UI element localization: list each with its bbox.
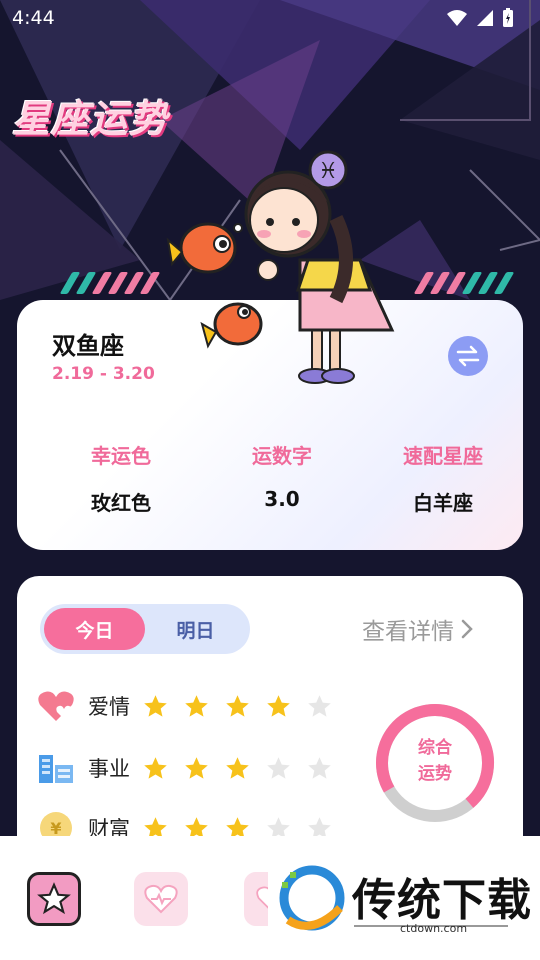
day-toggle: 今日 明日 — [40, 604, 250, 654]
attr-value: 白羊座 — [413, 491, 473, 515]
star-empty-icon — [267, 756, 290, 779]
matching-sign: 速配星座 白羊座 — [368, 440, 518, 516]
chevron-right-icon — [461, 619, 473, 639]
attr-value: 3.0 — [264, 487, 300, 511]
zodiac-name: 双鱼座 — [52, 332, 124, 360]
lucky-number: 运数字 3.0 — [207, 440, 357, 511]
view-details-link[interactable]: 查看详情 — [362, 612, 474, 646]
wifi-icon — [447, 10, 467, 26]
star-empty-icon — [308, 694, 331, 717]
heart-icon — [36, 686, 76, 726]
watermark-text: 传统下载 — [352, 875, 532, 926]
zodiac-dates: 2.19 - 3.20 — [52, 364, 155, 384]
tab-tomorrow[interactable]: 明日 — [145, 608, 246, 650]
fish-illustration-2 — [200, 302, 263, 349]
career-stars — [142, 755, 333, 782]
battery-icon — [503, 8, 513, 27]
career-row: 事业 — [36, 748, 333, 788]
view-details-label: 查看详情 — [362, 619, 454, 645]
love-stars — [142, 693, 333, 720]
card-stripes-right — [413, 272, 515, 296]
nav-zodiac-button[interactable] — [27, 872, 81, 926]
star-filled-icon — [267, 694, 290, 717]
signal-icon — [477, 10, 493, 26]
overall-fortune-label: 综合 运势 — [418, 738, 452, 784]
watermark-url: ctdown.com — [400, 922, 468, 935]
pisces-illustration: ♓ — [166, 150, 395, 384]
star-filled-icon — [185, 694, 208, 717]
row-label: 爱情 — [88, 695, 130, 719]
status-bar: 4:44 — [0, 0, 540, 36]
star-empty-icon — [308, 756, 331, 779]
love-row: 爱情 — [36, 686, 333, 726]
swap-arrows-icon — [456, 345, 480, 367]
card-stripes-left — [59, 272, 161, 296]
nav-love-button[interactable] — [134, 872, 188, 926]
lucky-color: 幸运色 玫红色 — [46, 440, 196, 516]
girl-illustration: ♓ — [244, 150, 395, 384]
switch-zodiac-button[interactable] — [448, 336, 488, 376]
star-filled-icon — [226, 756, 249, 779]
attr-label: 速配星座 — [403, 444, 483, 468]
building-icon — [36, 748, 76, 788]
attr-value: 玫红色 — [91, 491, 151, 515]
star-filled-icon — [226, 694, 249, 717]
row-label: 事业 — [88, 757, 130, 781]
heartbeat-icon — [144, 884, 178, 914]
attr-label: 幸运色 — [91, 444, 151, 468]
attr-label: 运数字 — [252, 444, 312, 468]
status-time: 4:44 — [12, 7, 55, 29]
page-title: 星座运势 — [12, 97, 169, 141]
tab-today[interactable]: 今日 — [44, 608, 145, 650]
star-icon — [37, 882, 71, 915]
star-filled-icon — [144, 694, 167, 717]
star-filled-icon — [144, 756, 167, 779]
svg-text:♓: ♓ — [318, 159, 338, 184]
fish-illustration-1 — [166, 222, 243, 274]
star-filled-icon — [185, 756, 208, 779]
